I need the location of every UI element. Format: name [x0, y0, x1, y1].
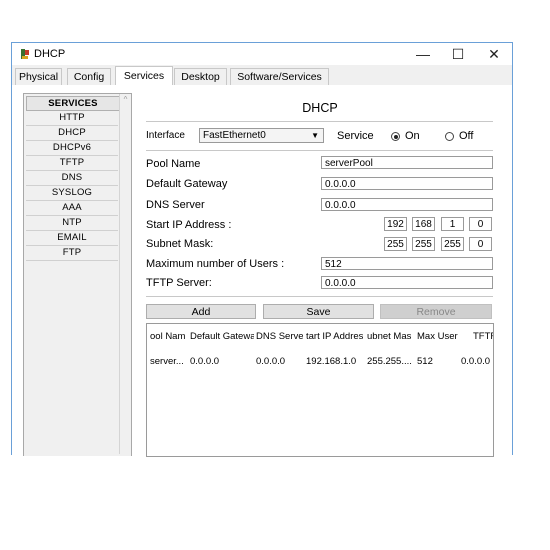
dns-server-label: DNS Server [146, 199, 205, 211]
service-item-aaa[interactable]: AAA [26, 201, 118, 216]
subnet-octet-2[interactable]: 255 [412, 237, 435, 251]
close-button[interactable]: ✕ [479, 43, 509, 65]
column-header-tftp[interactable]: TFTF [473, 330, 493, 344]
divider [146, 296, 493, 297]
tab-services[interactable]: Services [115, 66, 173, 86]
window-title: DHCP [34, 48, 66, 60]
table-cell[interactable]: 512 [417, 355, 459, 369]
service-item-ftp[interactable]: FTP [26, 246, 118, 261]
interface-label: Interface [146, 130, 185, 141]
dns-server-input[interactable]: 0.0.0.0 [321, 198, 493, 211]
add-button[interactable]: Add [146, 304, 256, 319]
pool-name-input[interactable]: serverPool [321, 156, 493, 169]
table-cell[interactable]: 0.0.0.0 [461, 355, 493, 369]
services-panel: SERVICES HTTP DHCP DHCPv6 TFTP DNS SYSLO… [23, 93, 132, 456]
start-ip-octet-3[interactable]: 1 [441, 217, 464, 231]
table-cell[interactable]: 0.0.0.0 [256, 355, 303, 369]
start-ip-octet-2[interactable]: 168 [412, 217, 435, 231]
service-on-label: On [405, 130, 420, 142]
tab-bar: Physical Config Services Desktop Softwar… [12, 66, 512, 86]
services-scrollbar[interactable]: ^ [119, 94, 131, 454]
service-label: Service [337, 130, 374, 142]
services-heading: SERVICES [26, 96, 120, 111]
table-cell[interactable]: 0.0.0.0 [190, 355, 254, 369]
column-header-default-gateway[interactable]: Default Gatewa [190, 330, 254, 344]
subnet-mask-label: Subnet Mask: [146, 238, 214, 250]
service-item-dhcp[interactable]: DHCP [26, 126, 118, 141]
service-off-radio[interactable] [445, 132, 454, 141]
service-item-ntp[interactable]: NTP [26, 216, 118, 231]
start-ip-label: Start IP Address : [146, 219, 232, 231]
service-item-syslog[interactable]: SYSLOG [26, 186, 118, 201]
remove-button[interactable]: Remove [380, 304, 492, 319]
service-on-radio[interactable] [391, 132, 400, 141]
column-header-start-ip[interactable]: tart IP Addres [306, 330, 363, 344]
table-cell[interactable]: 255.255.... [367, 355, 412, 369]
tftp-server-input[interactable]: 0.0.0.0 [321, 276, 493, 289]
tab-config[interactable]: Config [67, 68, 111, 85]
service-item-http[interactable]: HTTP [26, 111, 118, 126]
service-item-email[interactable]: EMAIL [26, 231, 118, 246]
column-header-dns-server[interactable]: DNS Server [256, 330, 303, 344]
default-gateway-label: Default Gateway [146, 178, 228, 190]
tab-desktop[interactable]: Desktop [174, 68, 227, 85]
divider [146, 150, 493, 151]
table-cell[interactable]: 192.168.1.0 [306, 355, 363, 369]
default-gateway-input[interactable]: 0.0.0.0 [321, 177, 493, 190]
dhcp-pool-table: ool Nam Default Gatewa DNS Server tart I… [146, 323, 494, 457]
interface-value: FastEthernet0 [203, 130, 266, 141]
tab-physical[interactable]: Physical [15, 68, 62, 85]
dhcp-heading: DHCP [302, 101, 338, 115]
services-content: SERVICES HTTP DHCP DHCPv6 TFTP DNS SYSLO… [12, 85, 512, 457]
services-list: SERVICES HTTP DHCP DHCPv6 TFTP DNS SYSLO… [26, 96, 120, 261]
subnet-octet-4[interactable]: 0 [469, 237, 492, 251]
scroll-up-icon[interactable]: ^ [120, 95, 131, 104]
pool-name-label: Pool Name [146, 158, 201, 170]
dhcp-config-area: DHCP Interface FastEthernet0 ▼ Service O… [131, 93, 508, 457]
column-header-subnet-mask[interactable]: ubnet Mas [367, 330, 412, 344]
start-ip-octet-4[interactable]: 0 [469, 217, 492, 231]
dhcp-window: DHCP — ☐ ✕ Physical Config Services Desk… [11, 42, 513, 457]
column-header-max-user[interactable]: Max User [417, 330, 459, 344]
interface-select[interactable]: FastEthernet0 ▼ [199, 128, 324, 143]
app-icon [21, 49, 29, 59]
service-item-tftp[interactable]: TFTP [26, 156, 118, 171]
column-header-pool-name[interactable]: ool Nam [150, 330, 190, 344]
tab-software-services[interactable]: Software/Services [230, 68, 329, 85]
max-users-input[interactable]: 512 [321, 257, 493, 270]
table-cell[interactable]: server... [150, 355, 190, 369]
title-bar: DHCP — ☐ ✕ [12, 43, 512, 65]
service-item-dns[interactable]: DNS [26, 171, 118, 186]
minimize-button[interactable]: — [408, 43, 438, 65]
service-item-dhcpv6[interactable]: DHCPv6 [26, 141, 118, 156]
max-users-label: Maximum number of Users : [146, 258, 285, 270]
tftp-server-label: TFTP Server: [146, 277, 212, 289]
start-ip-octet-1[interactable]: 192 [384, 217, 407, 231]
dropdown-arrow-icon: ▼ [311, 131, 319, 140]
maximize-button[interactable]: ☐ [443, 43, 473, 65]
subnet-octet-1[interactable]: 255 [384, 237, 407, 251]
subnet-octet-3[interactable]: 255 [441, 237, 464, 251]
save-button[interactable]: Save [263, 304, 374, 319]
divider [146, 121, 493, 122]
service-off-label: Off [459, 130, 474, 142]
